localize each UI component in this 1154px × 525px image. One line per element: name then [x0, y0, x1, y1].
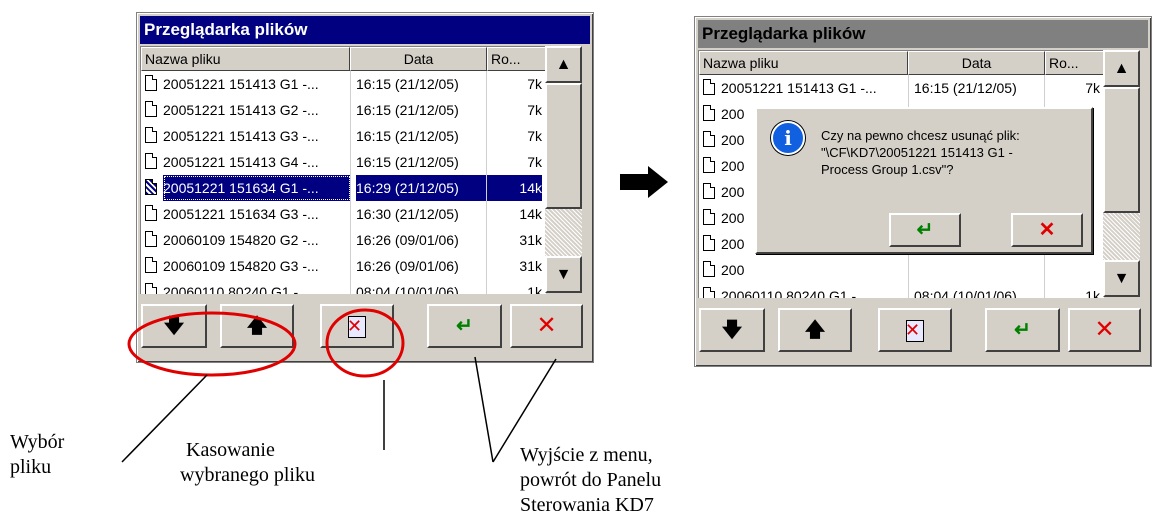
- highlight-ellipse-select: [127, 311, 297, 377]
- annotation-line: wybranego pliku: [180, 464, 315, 486]
- highlight-ellipse-delete: [325, 308, 405, 378]
- annotation-line: Wyjście z menu,: [520, 444, 653, 466]
- annotation-line: Kasowanie: [186, 439, 275, 461]
- annotation-line: Wybór: [10, 431, 65, 453]
- annotation-line: Sterowania KD7: [520, 494, 654, 516]
- annotation-line: powrót do Panelu: [520, 469, 662, 491]
- annotation-select: Wybór pliku: [10, 430, 64, 480]
- annotation-exit: Wyjście z menu, powrót do Panelu Sterowa…: [520, 443, 661, 518]
- annotation-delete: Kasowanie wybranego pliku: [180, 438, 315, 488]
- pointer-line-exit-enter: [474, 356, 494, 463]
- annotation-line: pliku: [10, 456, 52, 478]
